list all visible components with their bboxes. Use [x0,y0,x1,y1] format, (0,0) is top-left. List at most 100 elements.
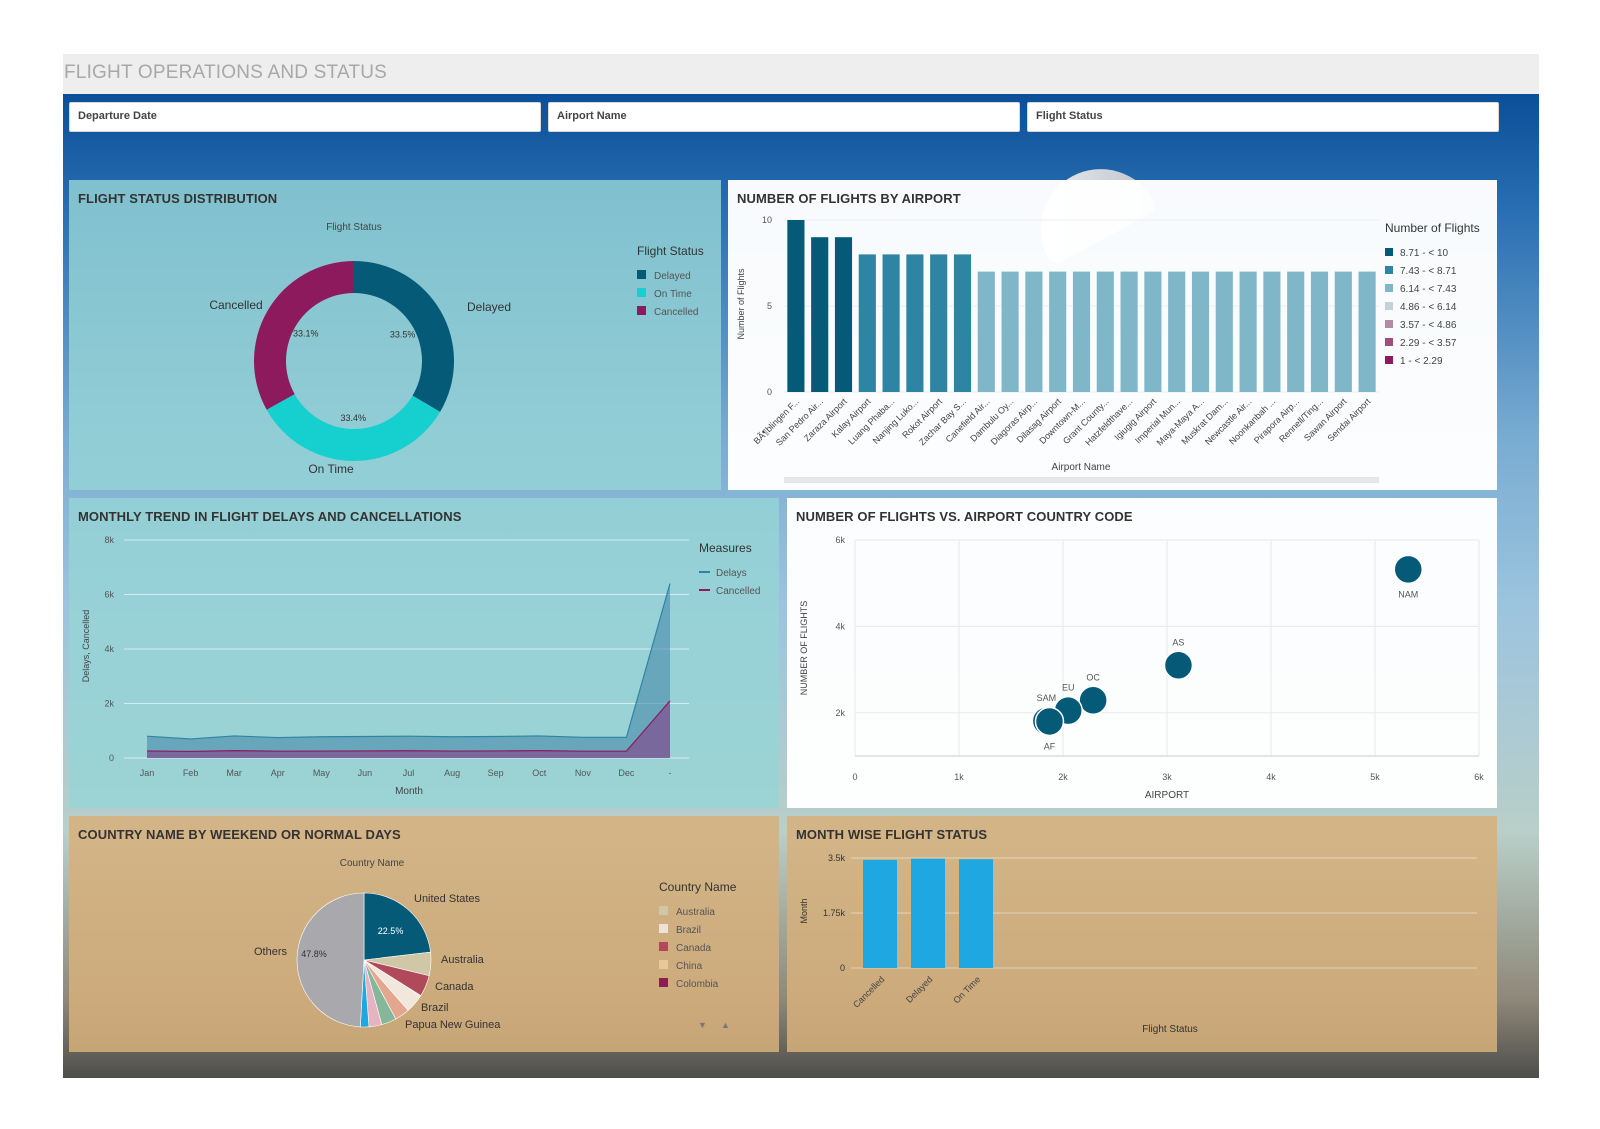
pie-slice[interactable] [296,892,365,1028]
x-tick-label: Nov [575,768,592,778]
airport-bar[interactable] [1239,271,1257,392]
airport-bar[interactable] [882,254,900,392]
airport-bar[interactable] [906,254,924,392]
airport-bar[interactable] [1120,271,1138,392]
legend-label[interactable]: Australia [676,907,715,918]
slice-percent-label: 33.4% [341,413,367,423]
legend-label[interactable]: 6.14 - < 7.43 [1400,284,1457,295]
area-series[interactable] [147,583,670,758]
legend-label[interactable]: Colombia [676,979,719,990]
scatter-point[interactable] [1078,685,1108,716]
legend-label[interactable]: Delays [716,568,747,579]
legend-label[interactable]: 7.43 - < 8.71 [1400,266,1457,277]
legend-label[interactable]: 8.71 - < 10 [1400,248,1449,259]
legend-title: Measures [699,541,752,555]
legend-swatch [1385,320,1393,328]
legend-label[interactable]: 4.86 - < 6.14 [1400,302,1457,313]
month-wise-status-panel[interactable]: MONTH WISE FLIGHT STATUS Cancelled Delaye… [787,816,1497,1052]
legend-scroll-down-icon[interactable]: ▼ [698,1020,707,1030]
airport-bar[interactable] [1144,271,1162,392]
airport-bar[interactable] [1191,271,1210,392]
flight-status-filter[interactable]: Flight Status [1027,102,1499,132]
legend-scroll-up-icon[interactable]: ▲ [721,1020,730,1030]
y-tick-label: 5 [767,301,772,311]
flights-vs-country-scatter-chart[interactable]: NAM AS OC EU SAM AF 0 1k 2k 3k 4k 5k 6k 2k 4k 6k NUMB… [787,498,1497,808]
y-tick-label: 8k [104,535,114,545]
flights-by-airport-panel[interactable]: NUMBER OF FLIGHTS BY AIRPORT BÃ¶blingen … [728,180,1497,490]
airport-bar[interactable] [1263,271,1281,392]
airport-bar[interactable] [811,237,829,392]
month-wise-bar-chart[interactable]: Cancelled Delayed On Time 0 1.75k 3.5k Month… [787,816,1497,1052]
airport-bar[interactable] [1287,271,1305,392]
slice-percent-label: 22.5% [378,926,404,936]
slice-name-label: Papua New Guinea [405,1019,501,1031]
y-tick-label: 6k [104,590,114,600]
horizontal-scrollbar[interactable] [784,477,1379,483]
point-label: AF [1044,741,1056,751]
slice-name-label: On Time [308,462,354,476]
series-line[interactable] [146,583,671,740]
legend-label[interactable]: 2.29 - < 3.57 [1400,338,1457,349]
x-axis-label: Month [395,786,423,797]
y-tick-label: 1.75k [823,908,846,918]
x-tick-label: Oct [532,768,547,778]
airport-bar[interactable] [1001,271,1019,392]
airport-bar[interactable] [1096,271,1114,392]
donut-slice[interactable] [266,394,441,461]
flights-by-airport-bar-chart[interactable]: BÃ¶blingen F...San Pedro Air...Zaraza Ai… [728,180,1497,490]
legend-label[interactable]: 1 - < 2.29 [1400,356,1443,367]
scatter-point[interactable] [1393,554,1424,585]
airport-name-filter[interactable]: Airport Name [548,102,1020,132]
chart-title: Flight Status [326,222,382,233]
airport-bar[interactable] [953,254,972,392]
airport-bar[interactable] [1049,271,1067,392]
flight-status-distribution-panel[interactable]: FLIGHT STATUS DISTRIBUTION Flight Status… [69,180,721,490]
x-tick-label: Jul [403,768,415,778]
status-bar[interactable] [959,859,993,968]
airport-bar[interactable] [858,254,876,392]
x-tick-label: On Time [951,974,982,1005]
slice-percent-label: 33.1% [293,329,319,339]
airport-bar[interactable] [1168,271,1186,392]
monthly-trend-panel[interactable]: MONTHLY TREND IN FLIGHT DELAYS AND CANCE… [69,498,779,808]
airport-bar[interactable] [1215,271,1233,392]
filter-label: Departure Date [78,110,157,122]
status-bar[interactable] [863,859,897,968]
y-axis-label: NUMBER OF FLIGHTS [799,601,809,696]
airport-bar[interactable] [1358,271,1376,392]
x-tick-label: Sendai Airport [1325,396,1372,443]
airport-bar[interactable] [1072,271,1091,392]
airport-bar[interactable] [1025,271,1043,392]
slice-percent-label: 47.8% [301,949,327,959]
legend-label[interactable]: Cancelled [654,307,698,318]
y-tick-label: 3.5k [828,853,846,863]
x-axis-label: Flight Status [1142,1024,1198,1035]
scatter-point[interactable] [1034,706,1065,737]
y-axis-label: Number of Flights [736,268,746,340]
legend-label[interactable]: Cancelled [716,586,760,597]
country-name-pie-chart[interactable]: Country Name 22.5% United States Australia… [69,816,779,1052]
legend-label[interactable]: On Time [654,289,692,300]
country-weekend-panel[interactable]: COUNTRY NAME BY WEEKEND OR NORMAL DAYS C… [69,816,779,1052]
legend-label[interactable]: 3.57 - < 4.86 [1400,320,1457,331]
airport-bar[interactable] [1334,271,1352,392]
flight-status-donut-chart[interactable]: Flight Status 33.5% Delayed 33.4% On Time 33… [69,180,721,490]
monthly-trend-area-chart[interactable]: Jan Feb Mar Apr May Jun Jul Aug Sep Oct Nov Dec - 0 2… [69,498,779,808]
point-label: AS [1172,637,1184,647]
departure-date-filter[interactable]: Departure Date [69,102,541,132]
legend-label[interactable]: Brazil [676,925,701,936]
title-bar: FLIGHT OPERATIONS AND STATUS [63,54,1539,94]
airport-bar[interactable] [834,237,853,392]
legend-label[interactable]: Delayed [654,271,691,282]
flights-vs-country-panel[interactable]: NUMBER OF FLIGHTS VS. AIRPORT COUNTRY CO… [787,498,1497,808]
legend-label[interactable]: China [676,961,703,972]
slice-name-label: Brazil [421,1002,449,1014]
airport-bar[interactable] [930,254,948,392]
airport-bar[interactable] [787,220,805,392]
legend-label[interactable]: Canada [676,943,711,954]
scatter-point[interactable] [1163,650,1194,681]
airport-bar[interactable] [977,271,995,392]
status-bar[interactable] [911,858,945,968]
slice-name-label: United States [414,893,481,905]
airport-bar[interactable] [1310,271,1329,392]
